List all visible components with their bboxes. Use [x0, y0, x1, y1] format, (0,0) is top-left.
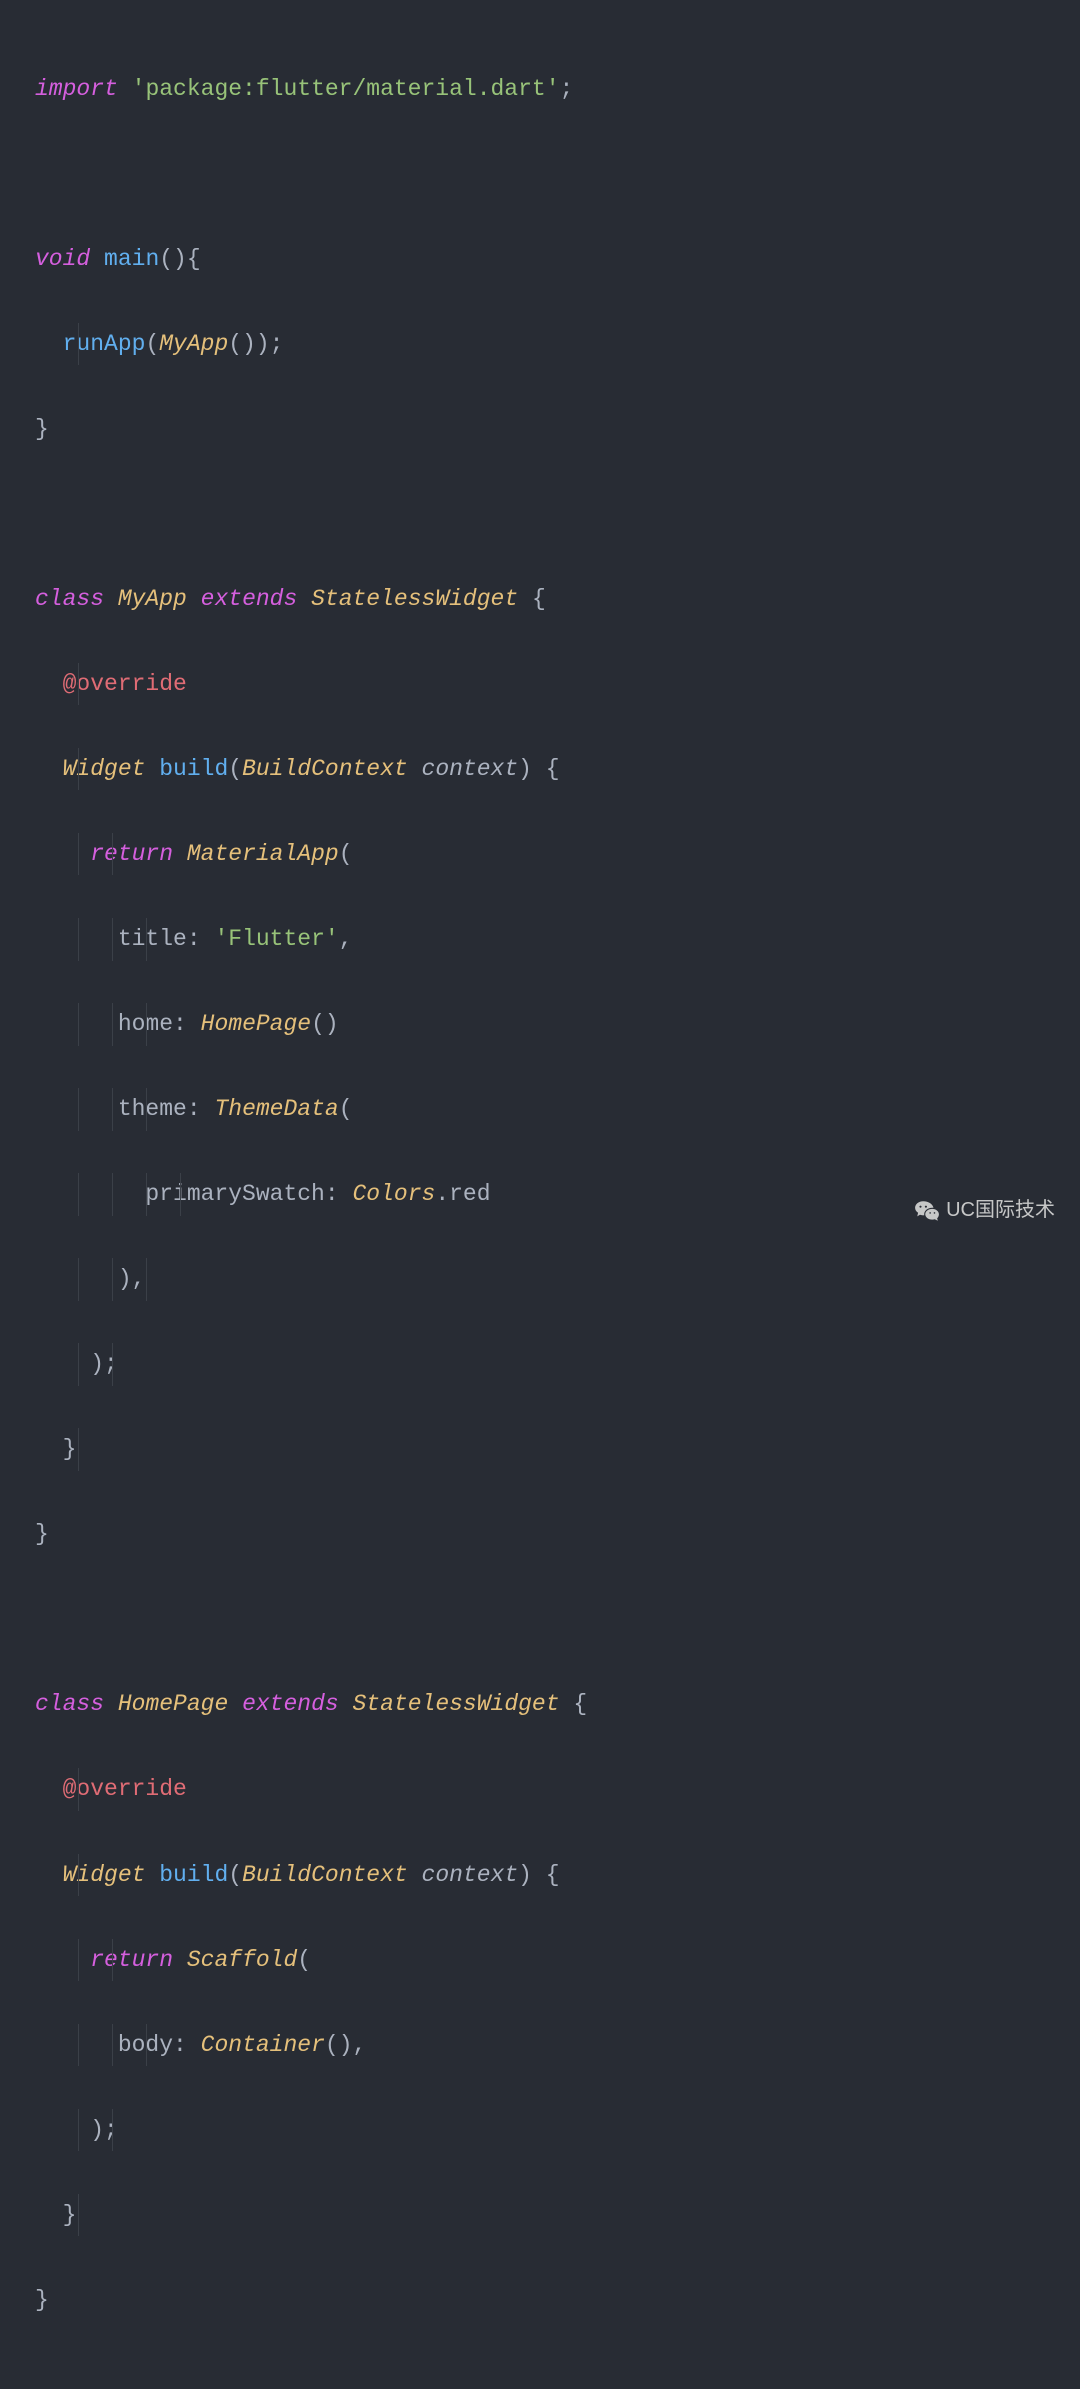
class-ref: Scaffold [187, 1947, 297, 1973]
class-name: MyApp [118, 586, 187, 612]
code-line: body: Container(), [35, 2024, 1065, 2067]
annotation-at: @ [63, 1776, 77, 1802]
class-ref: ThemeData [214, 1096, 338, 1122]
class-ref: StatelessWidget [311, 586, 518, 612]
keyword-class: class [35, 1691, 104, 1717]
string-literal: 'package:flutter/material.dart' [132, 76, 560, 102]
class-ref: Container [201, 2032, 325, 2058]
type-ref: Widget [63, 756, 146, 782]
code-line: Widget build(BuildContext context) { [35, 748, 1065, 791]
code-line-empty [35, 153, 1065, 196]
code-line: } [35, 1513, 1065, 1556]
code-line: } [35, 2194, 1065, 2237]
keyword-import: import [35, 76, 118, 102]
code-line: } [35, 1428, 1065, 1471]
code-line-empty [35, 1598, 1065, 1641]
code-line: class MyApp extends StatelessWidget { [35, 578, 1065, 621]
method-name: build [159, 756, 228, 782]
string-literal: 'Flutter' [214, 926, 338, 952]
keyword-class: class [35, 586, 104, 612]
annotation: override [76, 671, 186, 697]
class-ref: MaterialApp [187, 841, 339, 867]
code-line: void main(){ [35, 238, 1065, 281]
code-line: @override [35, 1768, 1065, 1811]
watermark-text: UC国际技术 [946, 1192, 1055, 1229]
code-line: } [35, 408, 1065, 451]
code-line: runApp(MyApp()); [35, 323, 1065, 366]
named-param: title [118, 926, 187, 952]
annotation-at: @ [63, 671, 77, 697]
class-ref: MyApp [159, 331, 228, 357]
code-line: title: 'Flutter', [35, 918, 1065, 961]
keyword-void: void [35, 246, 90, 272]
annotation: override [76, 1776, 186, 1802]
property: red [449, 1181, 490, 1207]
code-line: ); [35, 1343, 1065, 1386]
class-ref: StatelessWidget [353, 1691, 560, 1717]
code-line: return Scaffold( [35, 1939, 1065, 1982]
code-line: Widget build(BuildContext context) { [35, 1854, 1065, 1897]
code-line: theme: ThemeData( [35, 1088, 1065, 1131]
keyword-extends: extends [201, 586, 298, 612]
code-line: home: HomePage() [35, 1003, 1065, 1046]
code-line: } [35, 2279, 1065, 2322]
code-line: return MaterialApp( [35, 833, 1065, 876]
class-ref: HomePage [201, 1011, 311, 1037]
class-name: HomePage [118, 1691, 228, 1717]
class-ref: Colors [352, 1181, 435, 1207]
param: context [408, 756, 518, 782]
type-ref: Widget [63, 1862, 146, 1888]
named-param: theme [118, 1096, 187, 1122]
code-line: @override [35, 663, 1065, 706]
watermark: UC国际技术 [914, 1192, 1055, 1229]
wechat-icon [914, 1198, 940, 1224]
param: context [408, 1862, 518, 1888]
code-line: class HomePage extends StatelessWidget { [35, 1683, 1065, 1726]
keyword-return: return [90, 841, 173, 867]
code-line: primarySwatch: Colors.red [35, 1173, 1065, 1216]
keyword-return: return [90, 1947, 173, 1973]
keyword-extends: extends [242, 1691, 339, 1717]
method-name: build [159, 1862, 228, 1888]
code-line: import 'package:flutter/material.dart'; [35, 68, 1065, 111]
type-ref: BuildContext [242, 1862, 408, 1888]
function-main: main [104, 246, 159, 272]
code-line: ); [35, 2109, 1065, 2152]
named-param: primarySwatch [145, 1181, 324, 1207]
code-line-empty [35, 493, 1065, 536]
type-ref: BuildContext [242, 756, 408, 782]
function-call: runApp [63, 331, 146, 357]
code-line: ), [35, 1258, 1065, 1301]
